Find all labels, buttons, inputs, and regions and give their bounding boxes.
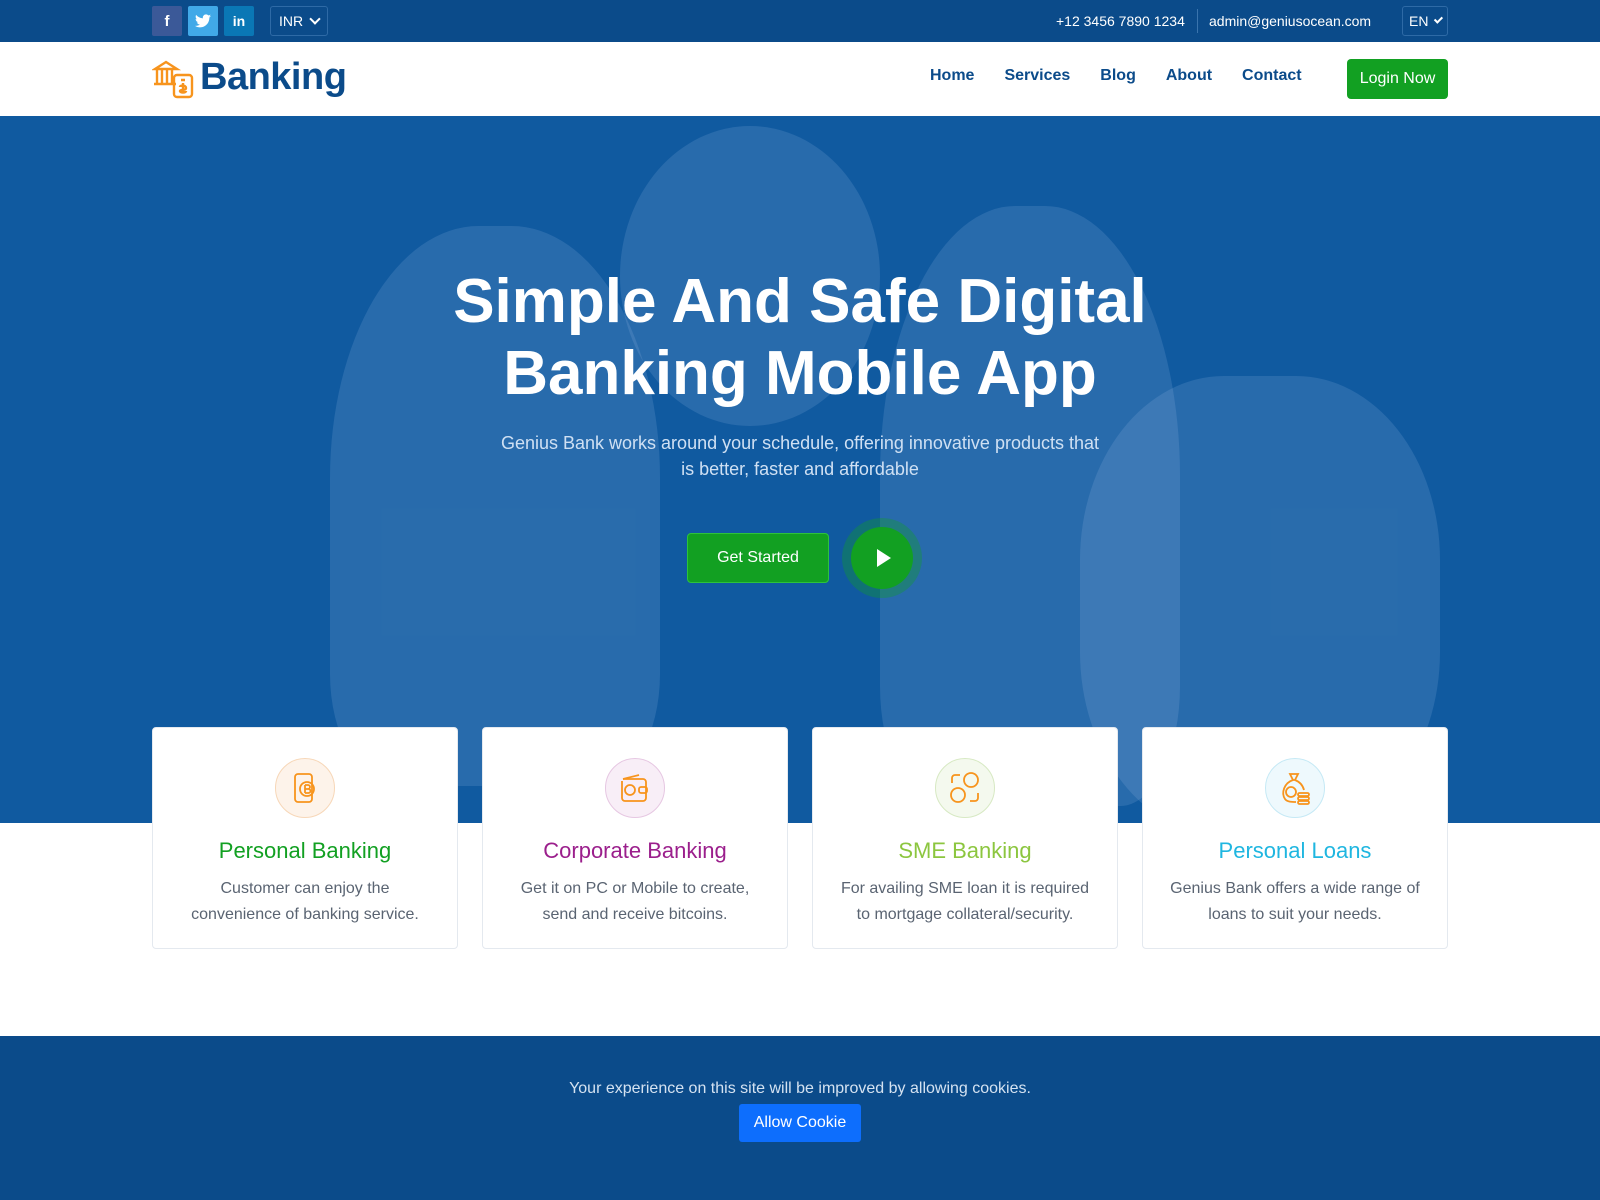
hero-title: Simple And Safe Digital Banking Mobile A…	[300, 266, 1300, 410]
hero-section: Simple And Safe Digital Banking Mobile A…	[0, 116, 1600, 823]
mobile-bitcoin-icon	[294, 773, 315, 803]
card-text: Get it on PC or Mobile to create, send a…	[520, 880, 750, 923]
card-corporate-banking[interactable]: Corporate Banking Get it on PC or Mobile…	[482, 727, 788, 949]
nav-about[interactable]: About	[1166, 67, 1212, 85]
social-links: f in	[152, 6, 254, 36]
nav-home[interactable]: Home	[930, 67, 974, 85]
exchange-coins-icon	[950, 772, 979, 803]
card-title: SME Banking	[898, 838, 1032, 863]
get-started-button[interactable]: Get Started	[687, 533, 829, 583]
allow-cookie-button[interactable]: Allow Cookie	[739, 1104, 861, 1142]
card-sme-banking[interactable]: SME Banking For availing SME loan it is …	[812, 727, 1118, 949]
divider	[1197, 9, 1198, 33]
currency-select[interactable]: INR	[270, 6, 328, 36]
nav-blog[interactable]: Blog	[1100, 67, 1136, 85]
linkedin-icon[interactable]: in	[224, 6, 254, 36]
money-bag-icon	[1282, 773, 1310, 805]
email-link[interactable]: admin@geniusocean.com	[1209, 0, 1371, 42]
card-icon-ring	[1265, 758, 1325, 818]
phone-link[interactable]: +12 3456 7890 1234	[1056, 0, 1185, 42]
logo-text: Banking	[200, 56, 347, 98]
play-button-circle	[851, 527, 913, 589]
top-bar: f in INR +12 3456 7890 1234 admin@genius…	[0, 0, 1600, 42]
hero-title-line2: Banking Mobile App	[503, 339, 1097, 408]
hero-title-line1: Simple And Safe Digital	[453, 267, 1147, 336]
card-icon-ring	[935, 758, 995, 818]
card-icon-ring	[275, 758, 335, 818]
card-title: Personal Loans	[1218, 838, 1372, 863]
card-personal-banking[interactable]: Personal Banking Customer can enjoy the …	[152, 727, 458, 949]
logo[interactable]: Banking	[152, 56, 347, 99]
main-nav: Home Services Blog About Contact	[930, 67, 1302, 85]
nav-contact[interactable]: Contact	[1242, 67, 1302, 85]
twitter-icon[interactable]	[188, 6, 218, 36]
cookie-banner: Your experience on this site will be imp…	[0, 1036, 1600, 1200]
language-select[interactable]: EN	[1402, 6, 1448, 36]
play-video-button[interactable]	[842, 518, 922, 598]
card-text: Customer can enjoy the convenience of ba…	[191, 880, 419, 923]
feature-cards: Personal Banking Customer can enjoy the …	[152, 727, 1448, 949]
facebook-icon[interactable]: f	[152, 6, 182, 36]
wallet-bitcoin-icon	[621, 774, 648, 802]
chevron-down-icon	[309, 13, 321, 25]
play-icon	[877, 549, 891, 567]
card-icon-ring	[605, 758, 665, 818]
currency-value: INR	[279, 13, 304, 29]
hero-subtitle: Genius Bank works around your schedule, …	[500, 433, 1100, 479]
chevron-down-icon	[1434, 14, 1444, 24]
card-text: For availing SME loan it is required to …	[840, 880, 1090, 923]
bank-logo-icon	[152, 60, 194, 98]
card-title: Corporate Banking	[543, 838, 727, 863]
language-value: EN	[1409, 13, 1429, 29]
nav-services[interactable]: Services	[1004, 67, 1070, 85]
site-header: Banking Home Services Blog About Contact…	[0, 42, 1600, 116]
card-title: Personal Banking	[218, 838, 392, 863]
card-personal-loans[interactable]: Personal Loans Genius Bank offers a wide…	[1142, 727, 1448, 949]
login-button[interactable]: Login Now	[1347, 59, 1448, 99]
card-text: Genius Bank offers a wide range of loans…	[1170, 880, 1420, 923]
cookie-text: Your experience on this site will be imp…	[569, 1080, 1031, 1097]
